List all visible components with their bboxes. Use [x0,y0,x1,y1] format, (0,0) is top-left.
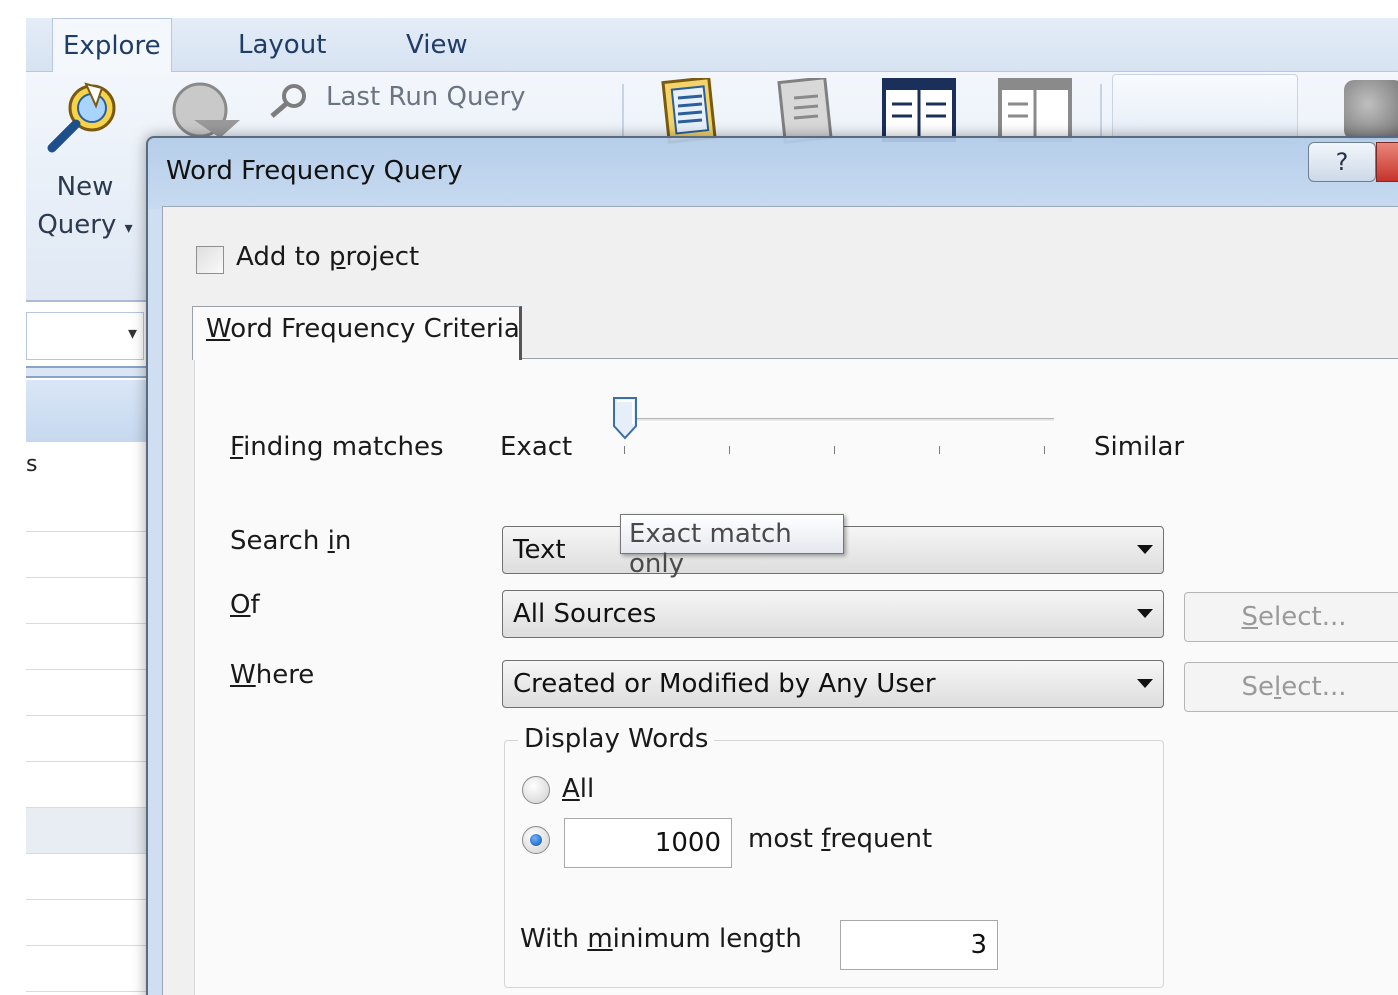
ribbon-separator [1100,84,1102,138]
report-text-icon[interactable] [772,78,848,144]
where-label: Where [230,660,315,690]
close-button[interactable] [1376,142,1398,182]
list-item[interactable] [26,624,150,670]
list-item[interactable] [26,486,150,532]
help-button[interactable]: ? [1308,142,1376,182]
tab-explore[interactable]: Explore [52,18,172,73]
display-words-title: Display Words [518,724,715,754]
slider-min-label: Exact [500,432,573,462]
add-to-project-label[interactable]: Add to project [236,242,419,272]
ribbon-tab-bar: Explore Layout View [26,18,1398,73]
where-select[interactable]: Created or Modified by Any User [502,660,1164,708]
list-item[interactable] [26,716,150,762]
most-frequent-count-input[interactable] [564,818,732,868]
left-divider [26,366,150,378]
new-query-label: New Query ▾ [37,172,133,240]
all-radio[interactable] [522,776,550,804]
slider-tick [1044,446,1045,454]
most-frequent-label: most frequent [748,824,933,854]
app-left-strip [0,0,26,995]
tab-view[interactable]: View [396,18,478,72]
slider-tooltip: Exact match only [620,514,844,579]
list-item[interactable] [26,762,150,808]
extract-view-icon[interactable] [882,78,958,144]
ribbon-blank-button[interactable] [1112,74,1298,144]
last-run-query-icon [270,84,306,118]
run-query-icon[interactable] [170,80,242,140]
slider-max-label: Similar [1094,432,1185,462]
list-item[interactable] [26,532,150,578]
slider-thumb[interactable] [612,396,638,440]
new-query-icon [47,82,116,153]
list-item[interactable] [26,946,150,992]
list-item[interactable] [26,854,150,900]
list-item[interactable] [26,578,150,624]
extract-text-icon[interactable] [998,78,1074,144]
where-select-button[interactable]: Select... [1184,662,1398,712]
most-frequent-radio[interactable] [522,826,550,854]
finding-matches-label: Finding matches [230,432,444,462]
list-item[interactable] [26,808,150,854]
ribbon-separator [622,84,624,138]
dialog-title: Word Frequency Query [166,156,463,186]
tab-layout[interactable]: Layout [228,18,336,72]
slider-tick [834,446,835,454]
list-item[interactable] [26,900,150,946]
ribbon-round-button[interactable] [1344,80,1398,140]
of-label: Of [230,590,260,620]
report-icon[interactable] [656,78,732,144]
chevron-down-icon: ▾ [127,323,137,344]
of-select[interactable]: All Sources [502,590,1164,638]
left-combo[interactable]: ▾ [26,312,144,360]
list-item[interactable] [26,670,150,716]
left-column-label: s [26,452,38,477]
all-radio-label[interactable]: All [562,774,594,804]
tab-word-frequency-criteria-label: Word Frequency Criteria [206,314,520,344]
left-panel-header [26,380,150,442]
of-select-button[interactable]: Select... [1184,592,1398,642]
chevron-down-icon [1137,609,1153,618]
add-to-project-checkbox[interactable] [196,246,224,274]
slider-tick [729,446,730,454]
chevron-down-icon [1137,679,1153,688]
chevron-down-icon [1137,545,1153,554]
finding-matches-slider[interactable] [624,418,1054,422]
slider-tick [939,446,940,454]
slider-tick [624,446,625,454]
help-icon: ? [1335,148,1349,176]
min-length-label: With minimum length [520,924,802,954]
min-length-input[interactable] [840,920,998,970]
search-in-label: Search in [230,526,352,556]
